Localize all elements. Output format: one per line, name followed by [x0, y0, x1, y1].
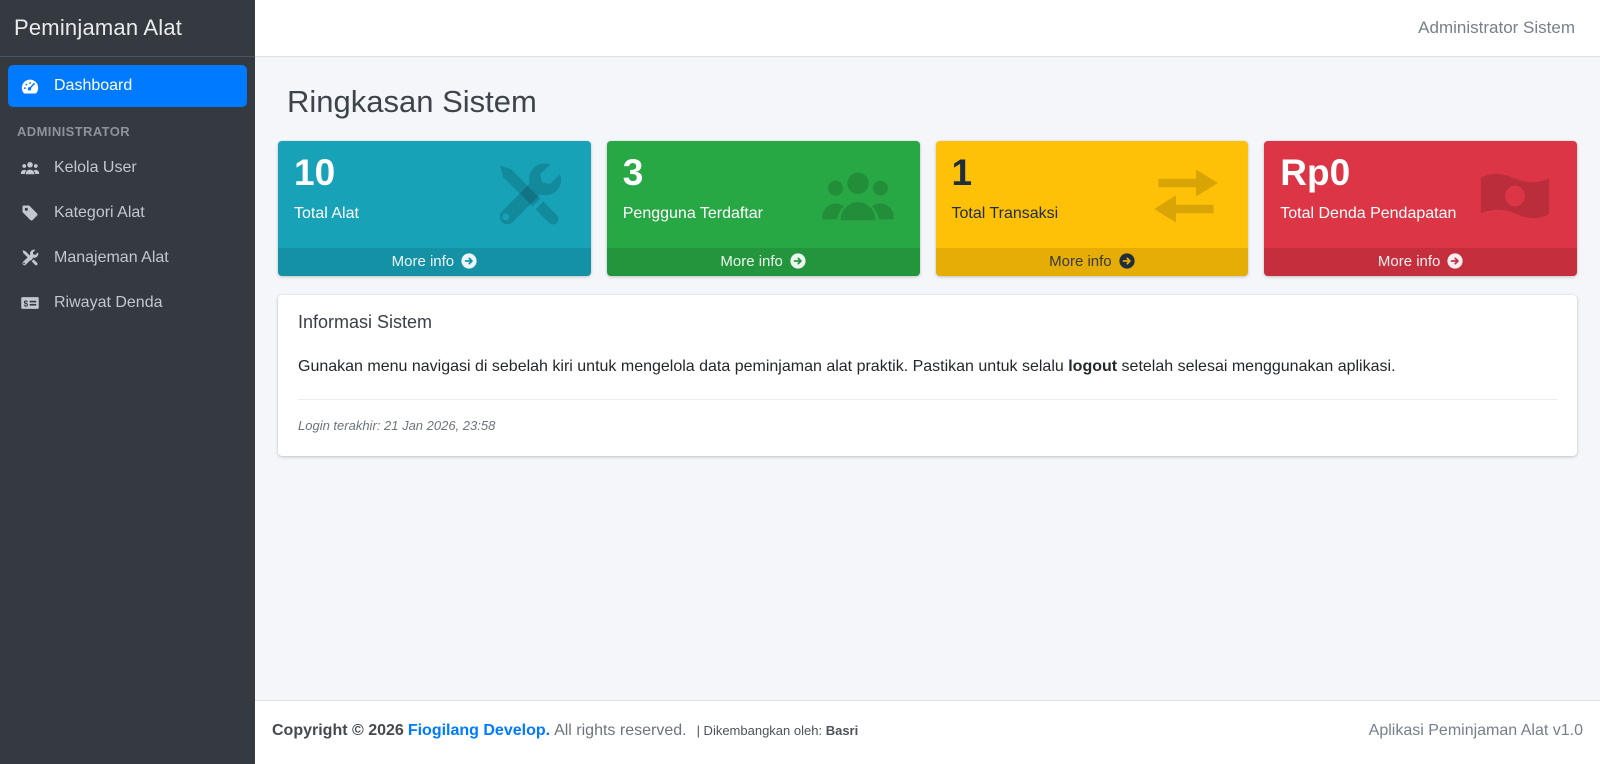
more-info-label: More info	[392, 253, 455, 270]
app-version-label: Aplikasi Peminjaman Alat v1.0	[1369, 722, 1583, 740]
info-card-title: Informasi Sistem	[278, 295, 1577, 339]
arrow-circle-right-icon	[461, 253, 477, 269]
more-info-label: More info	[720, 253, 783, 270]
sidebar-item-label: Kategori Alat	[54, 204, 145, 222]
divider	[298, 399, 1557, 400]
sidebar-nav: Dashboard ADMINISTRATOR Kelola User	[0, 57, 255, 335]
arrow-circle-right-icon	[1119, 253, 1135, 269]
last-login-text: Login terakhir: 21 Jan 2026, 23:58	[298, 417, 1557, 436]
tools-icon	[19, 247, 41, 269]
sidebar-item-dashboard[interactable]: Dashboard	[8, 65, 247, 107]
stat-value: 10	[294, 154, 575, 193]
users-icon	[19, 157, 41, 179]
sidebar-item-kategori-alat[interactable]: Kategori Alat	[8, 192, 247, 234]
sidebar-item-kelola-user[interactable]: Kelola User	[8, 147, 247, 189]
svg-text:$: $	[24, 299, 29, 308]
stat-card-inner: 1 Total Transaksi	[936, 141, 1249, 248]
sidebar: Peminjaman Alat Dashboard ADMI	[0, 0, 255, 764]
sidebar-item-riwayat-denda[interactable]: $ Riwayat Denda	[8, 282, 247, 324]
stat-card-inner: Rp0 Total Denda Pendapatan	[1264, 141, 1577, 248]
navbar-user-label[interactable]: Administrator Sistem	[1418, 18, 1575, 38]
developer-name: Basri	[826, 723, 859, 738]
app-window: Peminjaman Alat Dashboard ADMI	[0, 0, 1600, 764]
main-column: Administrator Sistem Ringkasan Sistem 10…	[255, 0, 1600, 764]
stat-cards-row: 10 Total Alat More info	[278, 141, 1577, 276]
page-footer: Copyright © 2026Fiogilang Develop.All ri…	[255, 700, 1600, 764]
stat-card-total-alat: 10 Total Alat More info	[278, 141, 591, 276]
rights-text: All rights reserved.	[554, 722, 687, 739]
money-check-icon: $	[19, 292, 41, 314]
info-card-text: Gunakan menu navigasi di sebelah kiri un…	[298, 355, 1557, 378]
stat-card-total-denda: Rp0 Total Denda Pendapatan More info	[1264, 141, 1577, 276]
sidebar-item-label: Manajeman Alat	[54, 249, 169, 267]
logout-emphasis: logout	[1068, 358, 1117, 375]
sidebar-item-label: Riwayat Denda	[54, 294, 163, 312]
page-title: Ringkasan Sistem	[287, 84, 1577, 120]
sidebar-item-label: Kelola User	[54, 159, 137, 177]
stat-value: 1	[952, 154, 1233, 193]
tag-icon	[19, 202, 41, 224]
info-card-body: Gunakan menu navigasi di sebelah kiri un…	[278, 339, 1577, 456]
stat-label: Total Alat	[294, 205, 575, 223]
stat-card-pengguna-terdaftar: 3 Pengguna Terdaftar	[607, 141, 920, 276]
footer-copyright: Copyright © 2026Fiogilang Develop.All ri…	[272, 722, 858, 740]
brand-title[interactable]: Peminjaman Alat	[0, 0, 255, 57]
more-info-label: More info	[1049, 253, 1112, 270]
arrow-circle-right-icon	[1447, 253, 1463, 269]
info-card: Informasi Sistem Gunakan menu navigasi d…	[278, 295, 1577, 456]
stat-label: Total Denda Pendapatan	[1280, 205, 1561, 223]
sidebar-section-label: ADMINISTRATOR	[8, 110, 247, 147]
copyright-text: Copyright © 2026	[272, 722, 404, 739]
sidebar-item-label: Dashboard	[54, 77, 132, 95]
more-info-link[interactable]: More info	[936, 248, 1249, 276]
more-info-link[interactable]: More info	[278, 248, 591, 276]
arrow-circle-right-icon	[790, 253, 806, 269]
more-info-link[interactable]: More info	[607, 248, 920, 276]
stat-card-inner: 10 Total Alat	[278, 141, 591, 248]
top-navbar: Administrator Sistem	[255, 0, 1600, 57]
stat-value: 3	[623, 154, 904, 193]
stat-card-inner: 3 Pengguna Terdaftar	[607, 141, 920, 248]
more-info-label: More info	[1378, 253, 1441, 270]
stat-label: Pengguna Terdaftar	[623, 205, 904, 223]
stat-value: Rp0	[1280, 154, 1561, 193]
developer-note: | Dikembangkan oleh: Basri	[697, 723, 859, 738]
stat-label: Total Transaksi	[952, 205, 1233, 223]
sidebar-item-manajeman-alat[interactable]: Manajeman Alat	[8, 237, 247, 279]
content-area: Ringkasan Sistem 10 Total Alat	[255, 57, 1600, 700]
tachometer-icon	[19, 75, 41, 97]
more-info-link[interactable]: More info	[1264, 248, 1577, 276]
stat-card-total-transaksi: 1 Total Transaksi More info	[936, 141, 1249, 276]
company-link[interactable]: Fiogilang Develop.	[408, 722, 550, 739]
